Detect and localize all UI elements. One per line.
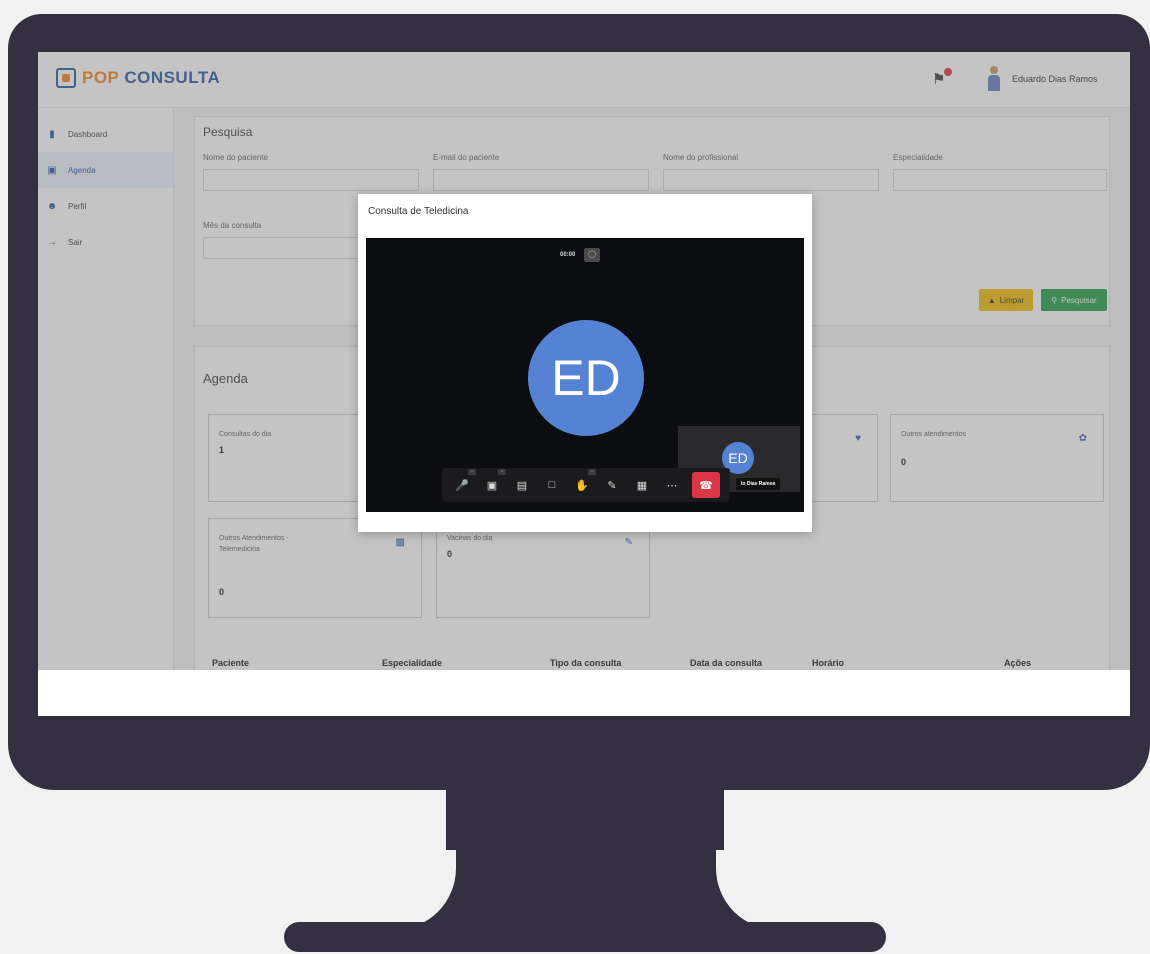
modal-title: Consulta de Teledicina xyxy=(368,206,469,217)
more-options-icon[interactable]: ⋯ xyxy=(660,473,684,497)
share-screen-icon[interactable]: ▤ xyxy=(510,473,534,497)
monitor-stand-base xyxy=(284,922,886,952)
chat-icon[interactable]: □ xyxy=(540,473,564,497)
raise-hand-icon[interactable]: ✋ ^ xyxy=(570,469,596,497)
call-toolbar: 🎤 ^ ▣ ^ ▤ □ ✋ ^ ✎ ▦ ⋯ ☎ xyxy=(442,468,730,502)
connection-indicator-icon[interactable]: ◯ xyxy=(584,248,600,262)
call-timer: 00:00 xyxy=(560,252,576,258)
mic-off-icon[interactable]: 🎤 ^ xyxy=(450,469,476,497)
chevron-up-icon[interactable]: ^ xyxy=(588,469,596,475)
main-participant-avatar: ED xyxy=(528,320,644,436)
video-call-area: 00:00 ◯ ED ED 🎤 ^ ▣ ^ ▤ □ ✋ ^ ✎ ▦ ⋯ ☎ lo D xyxy=(366,238,804,512)
chevron-up-icon[interactable]: ^ xyxy=(468,469,476,475)
whiteboard-icon[interactable]: ✎ xyxy=(600,473,624,497)
end-call-button[interactable]: ☎ xyxy=(692,472,720,498)
monitor-screen: POP CONSULTA ⚑ Eduardo Dias Ramos ▮ Dash… xyxy=(38,52,1130,716)
app-window: POP CONSULTA ⚑ Eduardo Dias Ramos ▮ Dash… xyxy=(38,52,1130,670)
monitor-stand-neck xyxy=(446,788,724,928)
telemedicine-modal: Consulta de Teledicina 00:00 ◯ ED ED 🎤 ^ … xyxy=(358,194,812,532)
participant-name-tag: lo Dias Ramos xyxy=(736,478,781,490)
chevron-up-icon[interactable]: ^ xyxy=(498,469,506,475)
camera-off-icon[interactable]: ▣ ^ xyxy=(480,469,506,497)
hang-up-icon: ☎ xyxy=(699,479,713,492)
tile-view-icon[interactable]: ▦ xyxy=(630,473,654,497)
